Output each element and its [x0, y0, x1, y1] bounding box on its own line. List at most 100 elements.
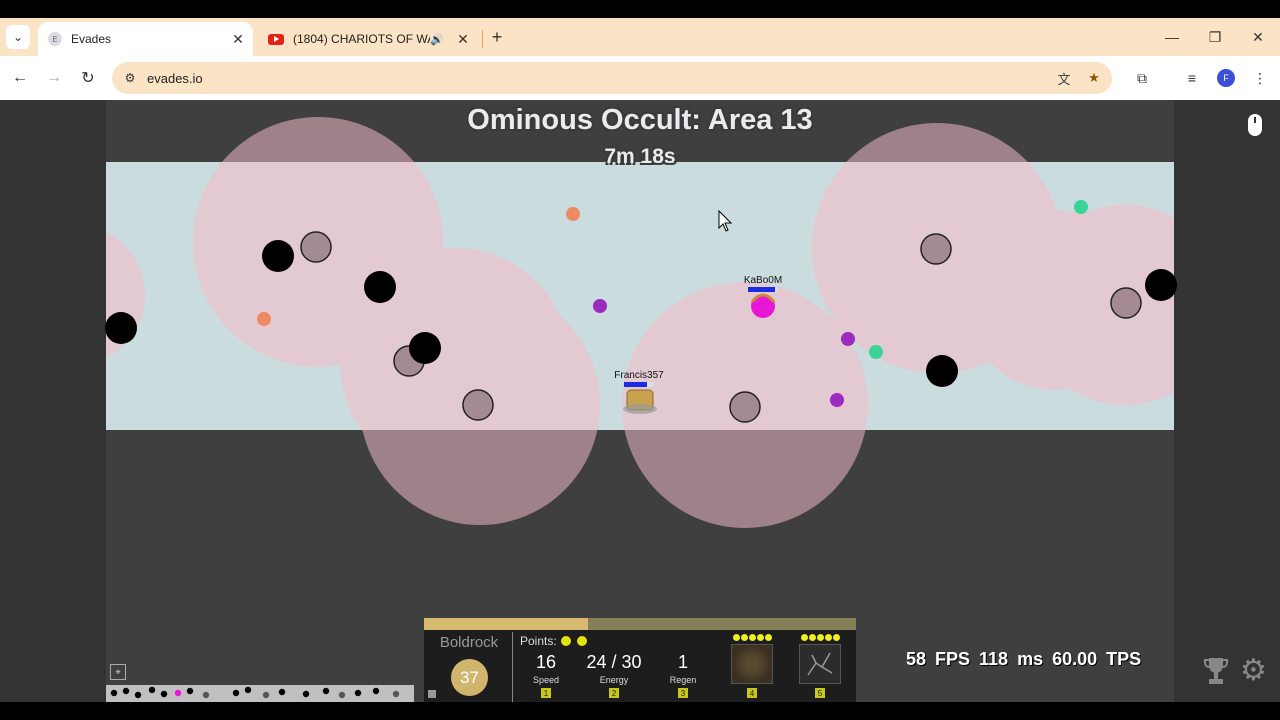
enemy-gray: [920, 233, 952, 265]
map-pin-icon[interactable]: ⌖: [110, 664, 126, 680]
enemy-gray: [300, 231, 332, 263]
forward-arrow-icon[interactable]: →: [42, 66, 66, 90]
ability-5-key[interactable]: 5: [815, 688, 825, 698]
speed-upgrade-key[interactable]: 1: [541, 688, 551, 698]
tab-search-chevron-icon[interactable]: ⌄: [6, 25, 30, 49]
tab-title: (1804) CHARIOTS OF WAR -: [293, 32, 430, 46]
ability-level-dot: [749, 634, 756, 641]
enemy-aura: [106, 232, 145, 358]
speaker-icon[interactable]: 🔊: [430, 33, 444, 46]
energy-upgrade-key[interactable]: 2: [609, 688, 619, 698]
minimap-entity: [202, 691, 210, 699]
ability-level-dot: [825, 634, 832, 641]
minimap-toggle[interactable]: [428, 690, 436, 698]
enemy-black: [262, 240, 294, 272]
enemy-black: [926, 355, 958, 387]
hero-name: Boldrock: [439, 634, 499, 651]
ability-5-icon[interactable]: [799, 644, 841, 684]
minimap-entity: [244, 686, 252, 694]
ability-4-key[interactable]: 4: [747, 688, 757, 698]
mouse-icon[interactable]: [1248, 114, 1262, 136]
enemy-gray: [1110, 287, 1142, 319]
minimap: [106, 685, 414, 702]
minimap-entity: [262, 691, 270, 699]
tab-divider: [482, 30, 483, 48]
tab-strip: ⌄ E Evades ✕ (1804) CHARIOTS OF WAR - 🔊 …: [0, 18, 1280, 56]
menu-dots-icon[interactable]: ⋮: [1248, 66, 1272, 90]
ability-level-dot: [741, 634, 748, 641]
player-health-bar: [748, 287, 778, 292]
minimap-entity: [232, 689, 240, 697]
player-name-francis: Francis357: [614, 370, 664, 381]
browser-toolbar: ← → ↻ ⚙ evades.io 文 ★ ⧉ ≡ F ⋮: [0, 56, 1280, 100]
enemy-purple: [593, 299, 607, 313]
bookmark-star-icon[interactable]: ★: [1084, 68, 1104, 88]
close-tab-icon[interactable]: ✕: [454, 31, 472, 48]
minimize-button[interactable]: —: [1160, 26, 1184, 48]
enemy-black: [364, 271, 396, 303]
ability-level-dot: [757, 634, 764, 641]
ability-level-dot: [801, 634, 808, 641]
minimap-entity: [354, 689, 362, 697]
extensions-icon[interactable]: ⧉: [1130, 66, 1154, 90]
energy-label: Energy: [599, 675, 629, 685]
enemy-teal: [1074, 200, 1088, 214]
minimap-entity: [392, 690, 400, 698]
ability-level-dot: [733, 634, 740, 641]
point-dot: [561, 636, 571, 646]
reload-icon[interactable]: ↻: [76, 66, 100, 90]
url-text[interactable]: evades.io: [147, 71, 203, 86]
translate-icon[interactable]: 文: [1054, 68, 1074, 88]
tab-youtube[interactable]: (1804) CHARIOTS OF WAR - 🔊 ✕: [258, 22, 478, 56]
area-timer: 7m 18s: [604, 145, 676, 168]
trophy-icon[interactable]: [1204, 656, 1228, 686]
regen-label: Regen: [669, 675, 697, 685]
game-canvas[interactable]: Ominous Occult: Area 13 7m 18s KaBo0M Fr…: [0, 100, 1280, 702]
player-name-kaboom: KaBo0M: [743, 275, 783, 286]
close-tab-icon[interactable]: ✕: [229, 31, 247, 48]
enemy-black: [105, 312, 137, 344]
enemy-gray: [729, 391, 761, 423]
evades-favicon-icon: E: [48, 32, 62, 46]
ability-4-icon[interactable]: [731, 644, 773, 684]
enemy-orange: [257, 312, 271, 326]
close-window-button[interactable]: ✕: [1246, 26, 1270, 48]
tab-title: Evades: [71, 32, 112, 46]
minimap-entity: [122, 687, 130, 695]
regen-upgrade-key[interactable]: 3: [678, 688, 688, 698]
xp-bar: [424, 618, 856, 630]
enemy-orange: [566, 207, 580, 221]
profile-avatar[interactable]: F: [1214, 66, 1238, 90]
performance-readout: 58 FPS 118 ms 60.00 TPS: [906, 649, 1142, 669]
minimap-entity: [186, 687, 194, 695]
minimap-entity: [160, 690, 168, 698]
media-control-icon[interactable]: ≡: [1180, 66, 1204, 90]
settings-gear-icon[interactable]: ⚙: [1240, 656, 1267, 686]
minimap-entity: [148, 686, 156, 694]
minimap-entity: [110, 689, 118, 697]
back-arrow-icon[interactable]: ←: [8, 66, 32, 90]
crack-icon: [807, 652, 833, 676]
enemy-black: [409, 332, 441, 364]
point-dot: [577, 636, 587, 646]
hero-level-badge: 37: [451, 659, 488, 696]
ability-level-dot: [809, 634, 816, 641]
tab-evades[interactable]: E Evades ✕: [38, 22, 253, 56]
ability-level-dot: [765, 634, 772, 641]
enemy-black: [1145, 269, 1177, 301]
energy-value: 24 / 30: [586, 652, 642, 672]
ability-level-dot: [833, 634, 840, 641]
area-title: Ominous Occult: Area 13: [467, 104, 813, 136]
new-tab-button[interactable]: +: [486, 26, 508, 48]
site-info-icon[interactable]: ⚙: [120, 71, 140, 85]
speed-label: Speed: [532, 675, 560, 685]
enemy-gray: [462, 389, 494, 421]
minimap-entity: [338, 691, 346, 699]
address-bar[interactable]: ⚙ evades.io 文 ★: [112, 62, 1112, 94]
minimap-entity: [134, 691, 142, 699]
regen-value: 1: [677, 652, 688, 672]
game-field: [105, 117, 1177, 528]
minimap-entity: [372, 687, 380, 695]
restore-button[interactable]: ❐: [1203, 26, 1227, 48]
player-health-bar: [624, 382, 654, 387]
